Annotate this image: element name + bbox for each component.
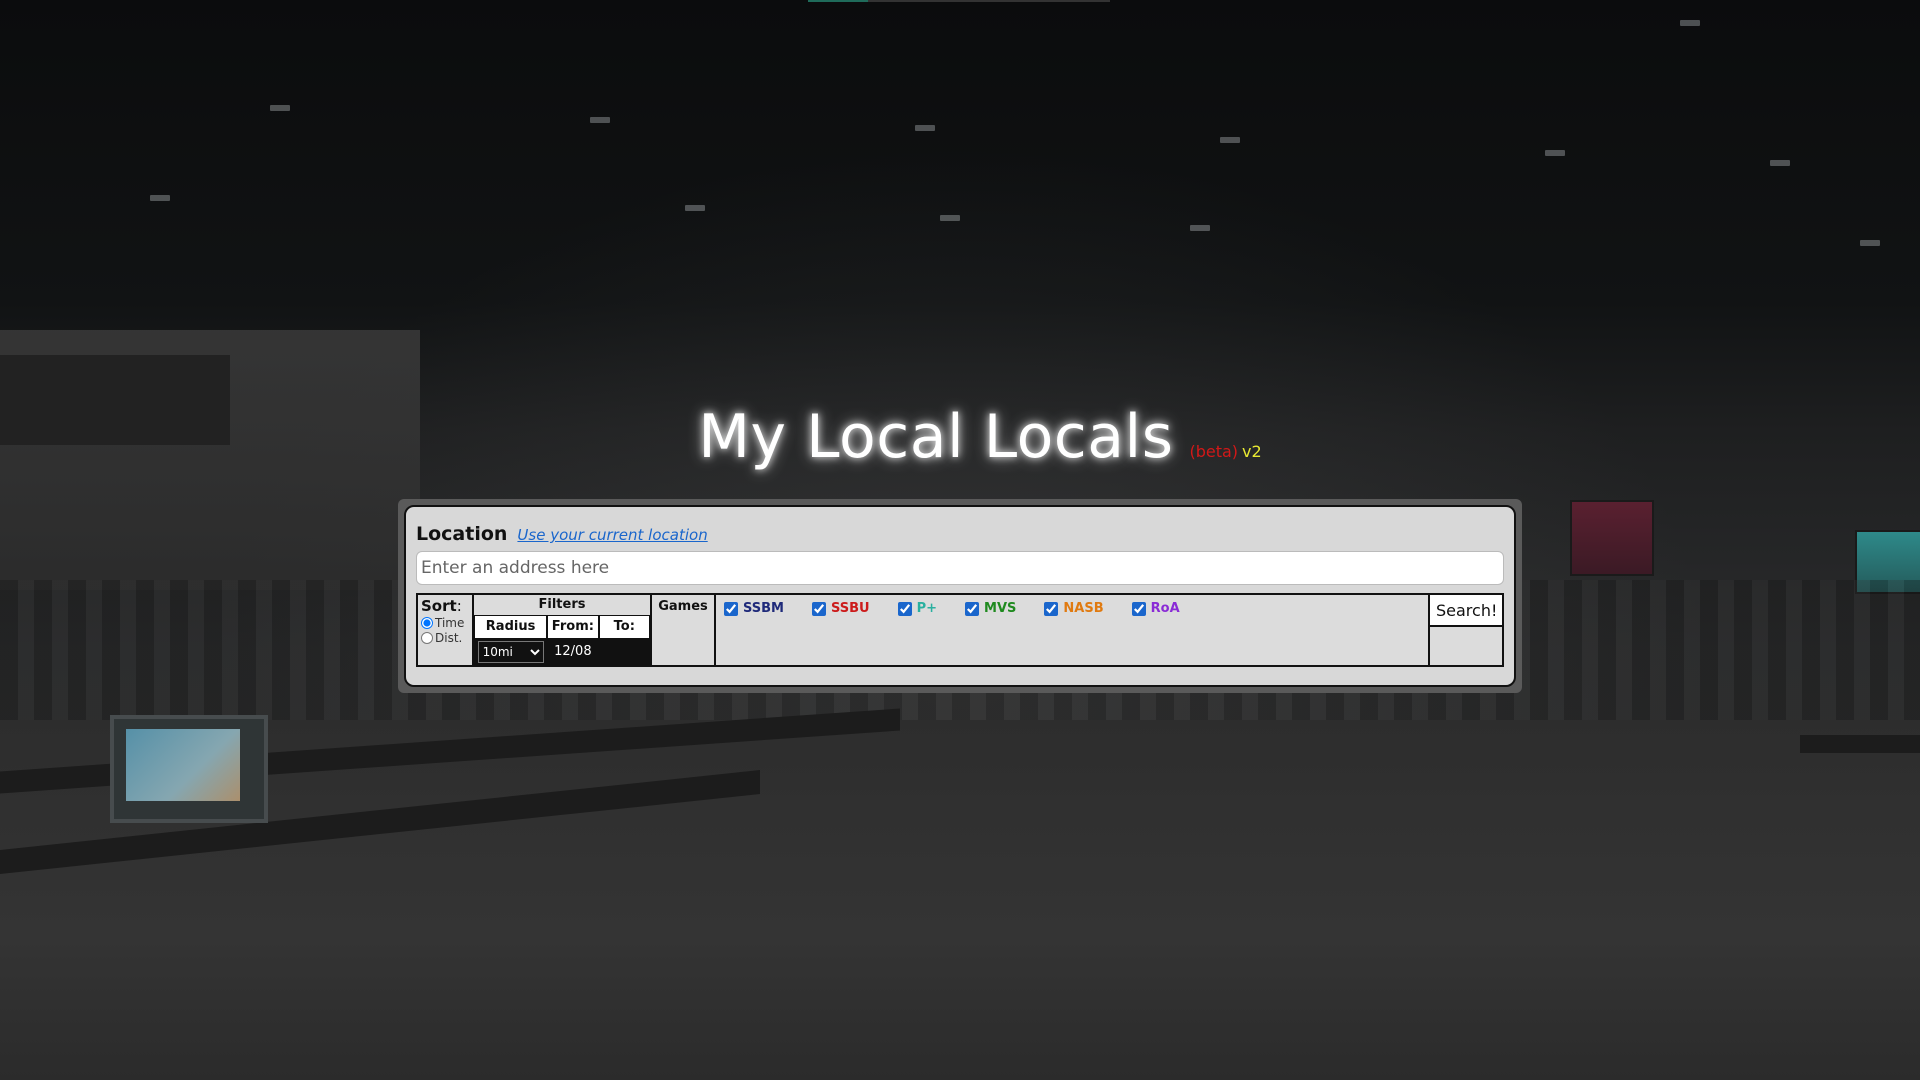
to-label: To: xyxy=(599,616,649,639)
controls-row: Sort: Time Dist. Filters Radius 10mi Fro… xyxy=(416,593,1504,667)
from-column: From: 12/08 xyxy=(547,615,599,665)
search-button[interactable]: Search! xyxy=(1430,595,1502,627)
game-pplus-checkbox[interactable] xyxy=(897,601,912,616)
sort-time-radio[interactable] xyxy=(421,617,433,629)
from-label: From: xyxy=(548,616,598,639)
sort-title: Sort: xyxy=(421,597,462,615)
radius-column: Radius 10mi xyxy=(474,615,548,665)
game-ssbu-label: SSBU xyxy=(831,601,870,616)
game-ssbm[interactable]: SSBM xyxy=(724,601,784,616)
game-ssbm-label: SSBM xyxy=(743,601,784,616)
game-ssbu-checkbox[interactable] xyxy=(812,601,826,616)
to-date-input[interactable] xyxy=(599,639,649,664)
radius-select[interactable]: 10mi xyxy=(477,640,544,663)
sort-option-distance[interactable]: Dist. xyxy=(421,631,469,645)
search-panel-frame: Location Use your current location Sort:… xyxy=(398,499,1522,693)
address-input[interactable] xyxy=(416,551,1504,585)
game-pplus-label: P+ xyxy=(916,601,938,616)
game-ssbu[interactable]: SSBU xyxy=(812,601,870,616)
version-badge: v2 xyxy=(1242,442,1262,461)
game-roa[interactable]: RoA xyxy=(1131,601,1180,616)
filters-group: Filters Radius 10mi From: 12/08 To: xyxy=(474,595,652,665)
to-column: To: xyxy=(598,615,650,665)
game-nasb[interactable]: NASB xyxy=(1044,601,1104,616)
game-roa-checkbox[interactable] xyxy=(1131,601,1146,616)
top-accent-bar xyxy=(868,0,1110,2)
search-column: Search! xyxy=(1428,595,1502,665)
location-row: Location Use your current location xyxy=(416,523,708,545)
sort-group: Sort: Time Dist. xyxy=(418,595,474,665)
crt-tv xyxy=(110,715,268,823)
games-list: SSBM SSBU P+ MVS NASB RoA xyxy=(716,595,1428,665)
game-nasb-label: NASB xyxy=(1063,601,1104,616)
game-mvs-label: MVS xyxy=(984,601,1017,616)
game-mvs-checkbox[interactable] xyxy=(965,601,980,616)
title-bar: My Local Locals (beta) v2 xyxy=(0,402,1920,472)
game-ssbm-checkbox[interactable] xyxy=(724,601,738,616)
radius-label: Radius xyxy=(475,616,547,639)
sort-distance-radio[interactable] xyxy=(421,632,433,644)
beta-badge: (beta) xyxy=(1189,442,1239,461)
games-label: Games xyxy=(652,595,716,665)
game-mvs[interactable]: MVS xyxy=(965,601,1016,616)
game-roa-label: RoA xyxy=(1150,601,1180,616)
use-current-location-link[interactable]: Use your current location xyxy=(517,526,707,544)
sort-option-time[interactable]: Time xyxy=(421,616,469,630)
game-nasb-checkbox[interactable] xyxy=(1044,601,1059,616)
search-panel: Location Use your current location Sort:… xyxy=(404,505,1516,687)
page-title: My Local Locals xyxy=(698,402,1174,472)
from-date-input[interactable]: 12/08 xyxy=(548,639,598,664)
location-label: Location xyxy=(416,523,508,545)
filters-title: Filters xyxy=(538,597,586,612)
game-pplus[interactable]: P+ xyxy=(897,601,938,616)
top-accent-bar xyxy=(808,0,868,2)
